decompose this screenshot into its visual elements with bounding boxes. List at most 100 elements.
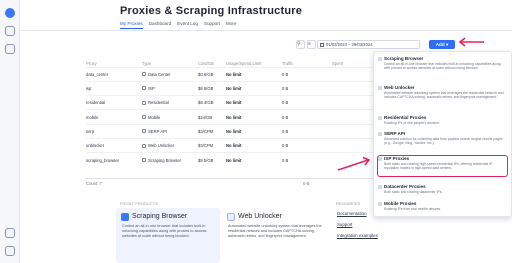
proxy-cost: $3/CPM [198, 137, 226, 153]
proxy-name[interactable]: mobile [86, 109, 142, 125]
date-range-picker[interactable]: 01/03/2024 – 29/03/2024 [317, 40, 420, 49]
tab-support[interactable]: Support [204, 21, 220, 29]
home-icon [378, 115, 382, 120]
menu-item-description: Rotating IPs of real people's devices. [384, 121, 440, 125]
proxy-traffic: 0 B [282, 123, 332, 139]
browser-icon [378, 56, 382, 61]
products-heading: FRONT PRODUCTS [120, 202, 159, 206]
product-card-scraping-browser[interactable]: Scraping Browser Control an all-in-one b… [116, 208, 220, 263]
menu-item-web-unlocker[interactable]: Web Unlocker Automated website unlocking… [378, 85, 507, 103]
proxy-type: ISP [148, 85, 155, 91]
filter-icon: ⚲ [297, 41, 301, 47]
add-button[interactable]: Add ▾ [429, 40, 455, 49]
page-title: Proxies & Scraping Infrastructure [120, 5, 303, 17]
calendar-icon [320, 42, 324, 47]
globe-icon[interactable] [5, 26, 15, 36]
proxy-table: Proxy Type Cost/GB Usage/Spend Limit Tra… [86, 60, 386, 168]
menu-item-description: Rotating IPs from real mobile devices. [384, 207, 442, 211]
card-description: Automated website unlocking system that … [228, 224, 322, 238]
card-title: Web Unlocker [238, 213, 282, 220]
proxy-limit: No limit [226, 109, 282, 125]
menu-item-description: Control an all-in-one browser that inclu… [384, 62, 501, 70]
menu-item-description: Both static and rotating high-speed resi… [384, 162, 493, 170]
proxy-limit: No limit [226, 152, 282, 168]
col-usage[interactable]: Usage/Spend Limit [226, 60, 282, 67]
tab-event-log[interactable]: Event Log [177, 21, 198, 29]
unlock-icon [142, 143, 146, 148]
col-type[interactable]: Type [142, 60, 198, 67]
menu-item-description: Automated website unlocking system that … [384, 91, 504, 99]
table-row[interactable]: residential Residential $8.4/GB No limit… [86, 95, 386, 110]
table-row[interactable]: mobile Mobile $24/GB No limit 0 B [86, 109, 386, 125]
left-sidebar [0, 0, 20, 263]
browser-icon [121, 213, 129, 221]
card-description: Control an all-in-one browser that inclu… [122, 224, 207, 238]
proxy-name[interactable]: scraping_browser [86, 152, 142, 168]
tab-dashboard[interactable]: Dashboard [149, 21, 171, 29]
date-range-text: 01/03/2024 – 29/03/2024 [326, 42, 373, 47]
menu-item-isp-proxies[interactable]: ISP Proxies Both static and rotating hig… [377, 155, 508, 177]
proxy-cost: $3/CPM [198, 123, 226, 139]
proxy-cost: $8.6/GB [198, 80, 226, 96]
col-cost[interactable]: Cost/GB [198, 60, 226, 67]
tab-more[interactable]: More [226, 21, 236, 29]
card-title: Scraping Browser [132, 213, 188, 220]
proxy-type: Web Unlocker [148, 143, 175, 149]
table-header-row: Proxy Type Cost/GB Usage/Spend Limit Tra… [86, 60, 386, 67]
mobile-icon [378, 201, 382, 206]
menu-item-serp-api[interactable]: SERP API Advanced solution for collectin… [378, 131, 507, 149]
header-divider [20, 30, 512, 31]
gear-icon[interactable] [5, 246, 15, 256]
search-icon [142, 129, 146, 134]
proxy-type: Scraping Browser [148, 157, 182, 163]
filter-button[interactable]: ⚲ [296, 40, 305, 49]
add-product-dropdown: Scraping Browser Control an all-in-one b… [373, 51, 512, 217]
proxy-name[interactable]: residential [86, 95, 142, 110]
search-icon [378, 131, 382, 136]
settings-icon[interactable] [5, 44, 15, 54]
unlock-icon [227, 213, 235, 221]
proxy-traffic: 0 B [282, 152, 332, 168]
menu-item-title: Web Unlocker [384, 85, 415, 90]
proxy-traffic: 0 B [282, 109, 332, 125]
link-integration-examples[interactable]: Integration examples [337, 233, 378, 238]
table-row[interactable]: data_center Data Center $0.6/GB No limit… [86, 66, 386, 82]
tab-my-proxies[interactable]: My Proxies [120, 21, 143, 29]
server-icon [142, 72, 146, 77]
menu-item-title: Datacenter Proxies [384, 184, 426, 189]
isp-icon [142, 86, 146, 91]
proxy-name[interactable]: serp [86, 123, 142, 139]
columns-button[interactable]: ≡ [307, 40, 316, 49]
proxy-name[interactable]: unblocker [86, 137, 142, 153]
table-row[interactable]: isp ISP $8.6/GB No limit 0 B [86, 80, 386, 96]
total-traffic: 0 B [303, 181, 310, 186]
browser-icon [142, 158, 146, 163]
proxy-type: Residential [148, 100, 169, 106]
proxy-cost: $24/GB [198, 109, 226, 125]
col-proxy[interactable]: Proxy [86, 60, 142, 67]
home-icon [142, 100, 146, 105]
menu-item-datacenter-proxies[interactable]: Datacenter Proxies Both static and rotat… [378, 184, 507, 202]
link-documentation[interactable]: Documentation [337, 211, 367, 216]
col-traffic[interactable]: Traffic [282, 60, 332, 67]
product-card-web-unlocker[interactable]: Web Unlocker Automated website unlocking… [222, 208, 330, 263]
billing-icon[interactable] [5, 228, 15, 238]
menu-item-mobile-proxies[interactable]: Mobile Proxies Rotating IPs from real mo… [378, 201, 507, 219]
proxy-traffic: 0 B [282, 66, 332, 82]
proxy-cost: $0.6/GB [198, 66, 226, 82]
tab-bar: My Proxies Dashboard Event Log Support M… [120, 21, 236, 29]
proxy-name[interactable]: isp [86, 80, 142, 96]
menu-item-title: Scraping Browser [384, 56, 424, 61]
table-row[interactable]: unblocker Web Unlocker $3/CPM No limit 0… [86, 137, 386, 153]
proxy-name[interactable]: data_center [86, 66, 142, 82]
total-count: Count: 7 [86, 181, 102, 186]
brand-logo-icon[interactable] [5, 8, 15, 18]
link-support[interactable]: Support [337, 222, 352, 227]
columns-icon: ≡ [308, 41, 311, 47]
table-totals: Count: 7 0 B [86, 178, 386, 186]
menu-item-scraping-browser[interactable]: Scraping Browser Control an all-in-one b… [378, 56, 507, 74]
menu-item-description: Advanced solution for collecting data fr… [384, 137, 503, 145]
menu-item-title: ISP Proxies [384, 156, 410, 161]
table-row[interactable]: serp SERP API $3/CPM No limit 0 B [86, 123, 386, 139]
menu-item-title: Mobile Proxies [384, 201, 417, 206]
